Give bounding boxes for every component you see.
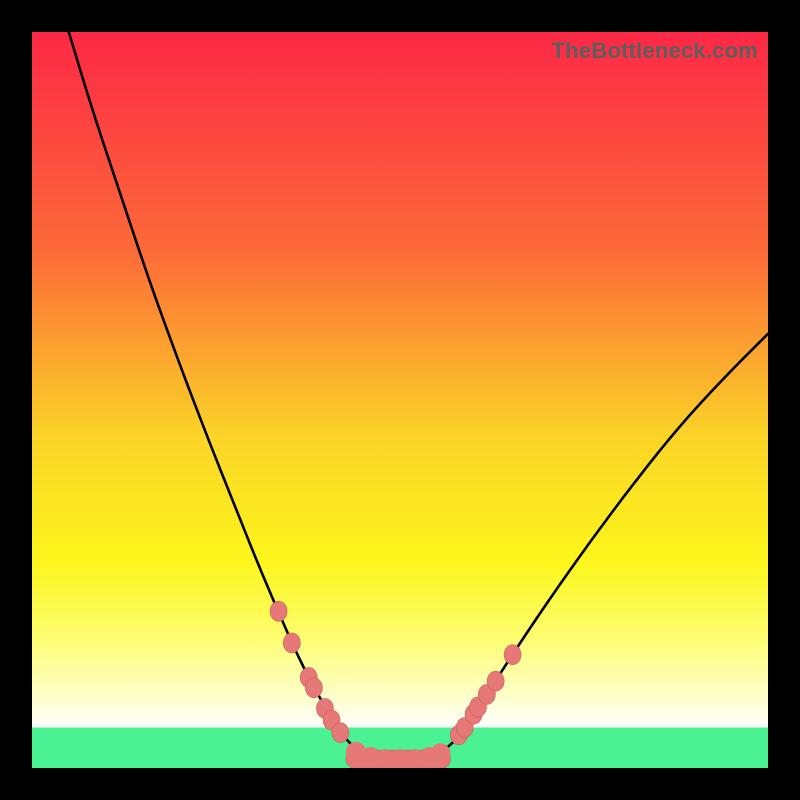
data-marker [332, 723, 349, 743]
bottleneck-curve [69, 32, 768, 758]
plot-area: TheBottleneck.com [32, 32, 768, 768]
data-marker [504, 645, 521, 665]
trough-markers [346, 742, 451, 768]
data-marker [487, 671, 504, 691]
right-side-markers [450, 645, 521, 745]
trough-marker [430, 743, 450, 763]
data-marker [305, 678, 322, 698]
watermark-text: TheBottleneck.com [552, 38, 758, 64]
data-marker [283, 633, 300, 653]
chart-frame: TheBottleneck.com [0, 0, 800, 800]
data-marker [270, 601, 287, 621]
chart-overlay [32, 32, 768, 768]
